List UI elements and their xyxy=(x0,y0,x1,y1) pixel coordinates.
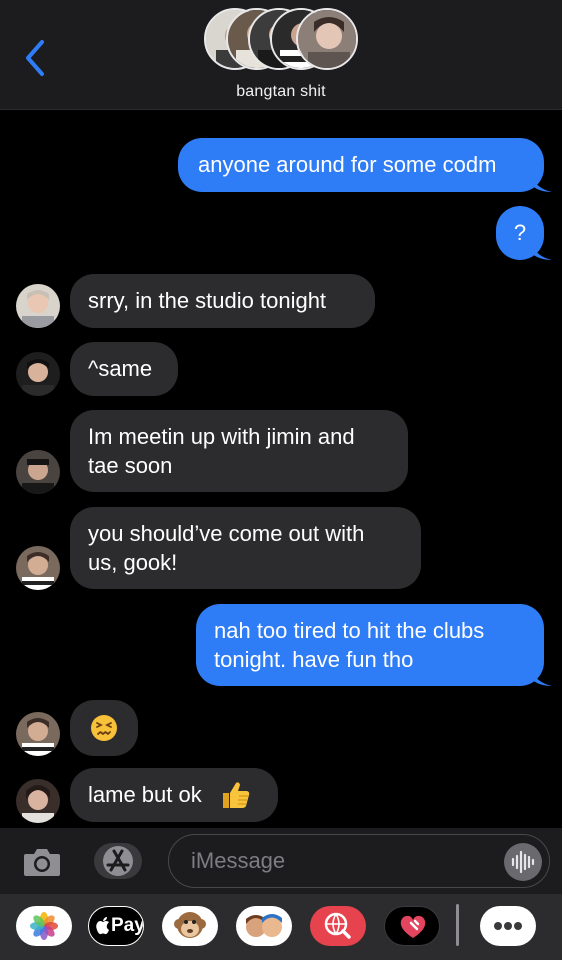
web-search-button[interactable] xyxy=(310,906,366,946)
sent-message[interactable]: anyone around for some codm xyxy=(178,138,552,192)
bubble-tail xyxy=(530,666,552,686)
app-store-icon xyxy=(103,846,133,876)
message-text: lame but ok xyxy=(88,782,202,807)
app-drawer: Pay xyxy=(0,894,562,960)
received-message[interactable]: lame but ok xyxy=(70,768,278,822)
more-apps-button[interactable] xyxy=(480,906,536,946)
apple-pay-button[interactable]: Pay xyxy=(88,906,144,946)
sender-avatar[interactable] xyxy=(16,284,60,328)
received-message[interactable] xyxy=(70,700,138,756)
memoji-button[interactable] xyxy=(236,906,292,946)
audio-waveform-icon xyxy=(511,850,535,874)
conversation-header: bangtan shit xyxy=(0,0,562,110)
message-text: anyone around for some codm xyxy=(198,152,497,177)
sent-message[interactable]: nah too tired to hit the clubs tonight. … xyxy=(196,604,552,686)
sender-avatar[interactable] xyxy=(16,712,60,756)
monkey-animoji-icon xyxy=(174,912,206,938)
sender-avatar[interactable] xyxy=(16,779,60,823)
compose-bar xyxy=(0,828,562,894)
confounded-face-icon xyxy=(91,715,117,741)
apple-logo-icon xyxy=(96,917,109,935)
drawer-separator xyxy=(456,904,459,946)
apple-pay-label: Pay xyxy=(111,915,144,936)
received-message[interactable]: you should’ve come out with us, gook! xyxy=(70,507,421,589)
sender-avatar[interactable] xyxy=(16,352,60,396)
ellipsis-icon xyxy=(494,922,522,930)
photos-icon xyxy=(30,912,58,940)
heart-touch-icon xyxy=(400,915,426,938)
sender-avatar[interactable] xyxy=(16,450,60,494)
imessage-input[interactable] xyxy=(168,834,550,888)
message-text: ? xyxy=(513,220,527,245)
globe-search-icon xyxy=(324,912,351,939)
message-text: srry, in the studio tonight xyxy=(88,288,327,313)
member-avatar xyxy=(296,8,358,70)
audio-record-button[interactable] xyxy=(504,843,542,881)
chevron-left-icon[interactable] xyxy=(22,38,48,78)
sender-avatar[interactable] xyxy=(16,546,60,590)
group-avatars[interactable] xyxy=(204,8,364,74)
received-message[interactable]: ^same xyxy=(70,342,178,396)
animoji-button[interactable] xyxy=(162,906,218,946)
sent-message[interactable]: ? xyxy=(496,206,552,260)
message-line: you should’ve come out with xyxy=(88,521,365,546)
message-thread: anyone around for some codm ? srry, in t… xyxy=(0,110,562,828)
camera-icon[interactable] xyxy=(22,846,62,878)
message-line: Im meetin up with jimin and xyxy=(88,424,355,449)
message-text: ^same xyxy=(88,356,153,381)
message-line: tonight. have fun tho xyxy=(214,647,414,672)
photos-app-button[interactable] xyxy=(16,906,72,946)
bubble-tail xyxy=(530,172,552,192)
received-message[interactable]: Im meetin up with jimin and tae soon xyxy=(70,410,408,492)
bubble-tail xyxy=(530,240,552,260)
group-name[interactable]: bangtan shit xyxy=(0,83,562,101)
message-line: nah too tired to hit the clubs xyxy=(214,618,485,643)
message-line: us, gook! xyxy=(88,550,178,575)
message-line: tae soon xyxy=(88,453,173,478)
received-message[interactable]: srry, in the studio tonight xyxy=(70,274,375,328)
app-store-button[interactable] xyxy=(94,843,142,879)
memoji-icon xyxy=(246,914,282,937)
thumbs-up-icon xyxy=(223,782,250,808)
digital-touch-button[interactable] xyxy=(384,906,440,946)
